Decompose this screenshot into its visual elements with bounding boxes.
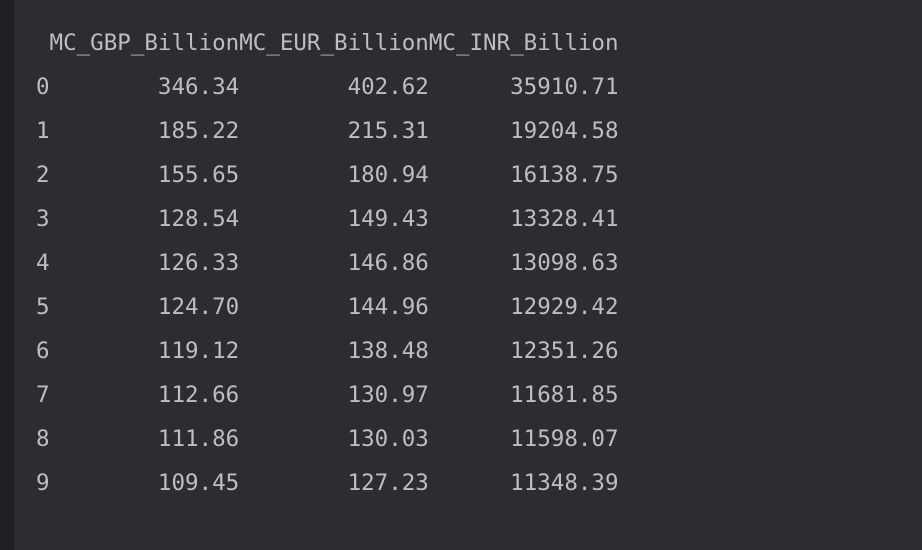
cell-eur: 149.43	[347, 206, 429, 232]
table-row: 1 185.22 215.31 19204.58	[14, 109, 619, 153]
table-row: 6 119.12 138.48 12351.26	[14, 329, 619, 373]
column-header-eur: MC_EUR_Billion	[239, 30, 429, 56]
cell-inr: 11598.07	[510, 426, 619, 452]
table-row: 7 112.66 130.97 11681.85	[14, 373, 619, 417]
row-index: 2	[36, 162, 50, 188]
cell-eur: 130.97	[347, 382, 429, 408]
cell-eur: 130.03	[347, 426, 429, 452]
row-index: 3	[36, 206, 50, 232]
row-index: 7	[36, 382, 50, 408]
cell-eur: 402.62	[347, 74, 429, 100]
index-header	[14, 21, 50, 65]
column-header-inr: MC_INR_Billion	[428, 30, 619, 56]
row-index: 5	[36, 294, 50, 320]
console-output-panel: MC_GBP_Billion MC_EUR_Billion MC_INR_Bil…	[0, 0, 922, 550]
cell-gbp: 185.22	[157, 118, 240, 144]
cell-eur: 144.96	[347, 294, 429, 320]
cell-gbp: 112.66	[157, 382, 240, 408]
cell-inr: 11348.39	[510, 470, 619, 496]
cell-inr: 35910.71	[510, 74, 619, 100]
cell-gbp: 155.65	[157, 162, 240, 188]
table-row: 5 124.70 144.96 12929.42	[14, 285, 619, 329]
row-index: 4	[36, 250, 50, 276]
cell-gbp: 109.45	[157, 470, 240, 496]
row-index: 1	[36, 118, 50, 144]
dataframe-table: MC_GBP_Billion MC_EUR_Billion MC_INR_Bil…	[14, 21, 619, 505]
cell-gbp: 111.86	[157, 426, 240, 452]
cell-inr: 16138.75	[510, 162, 619, 188]
row-index: 8	[36, 426, 50, 452]
table-row: 4 126.33 146.86 13098.63	[14, 241, 619, 285]
cell-inr: 12351.26	[510, 338, 619, 364]
cell-gbp: 126.33	[157, 250, 240, 276]
cell-eur: 127.23	[347, 470, 429, 496]
cell-inr: 19204.58	[510, 118, 619, 144]
header-row: MC_GBP_Billion MC_EUR_Billion MC_INR_Bil…	[14, 21, 619, 65]
table-row: 3 128.54 149.43 13328.41	[14, 197, 619, 241]
cell-inr: 13328.41	[510, 206, 619, 232]
cell-eur: 180.94	[347, 162, 429, 188]
cell-gbp: 119.12	[157, 338, 240, 364]
cell-inr: 11681.85	[510, 382, 619, 408]
table-row: 0 346.34 402.62 35910.71	[14, 65, 619, 109]
table-row: 9 109.45 127.23 11348.39	[14, 461, 619, 505]
column-header-gbp: MC_GBP_Billion	[49, 30, 240, 56]
row-index: 9	[36, 470, 50, 496]
cell-gbp: 128.54	[157, 206, 240, 232]
cell-gbp: 346.34	[157, 74, 240, 100]
cell-eur: 215.31	[347, 118, 429, 144]
table-row: 2 155.65 180.94 16138.75	[14, 153, 619, 197]
row-index: 6	[36, 338, 50, 364]
cell-inr: 13098.63	[510, 250, 619, 276]
cell-eur: 146.86	[347, 250, 429, 276]
table-row: 8 111.86 130.03 11598.07	[14, 417, 619, 461]
cell-gbp: 124.70	[157, 294, 240, 320]
cell-eur: 138.48	[347, 338, 429, 364]
cell-inr: 12929.42	[510, 294, 619, 320]
row-index: 0	[36, 74, 50, 100]
